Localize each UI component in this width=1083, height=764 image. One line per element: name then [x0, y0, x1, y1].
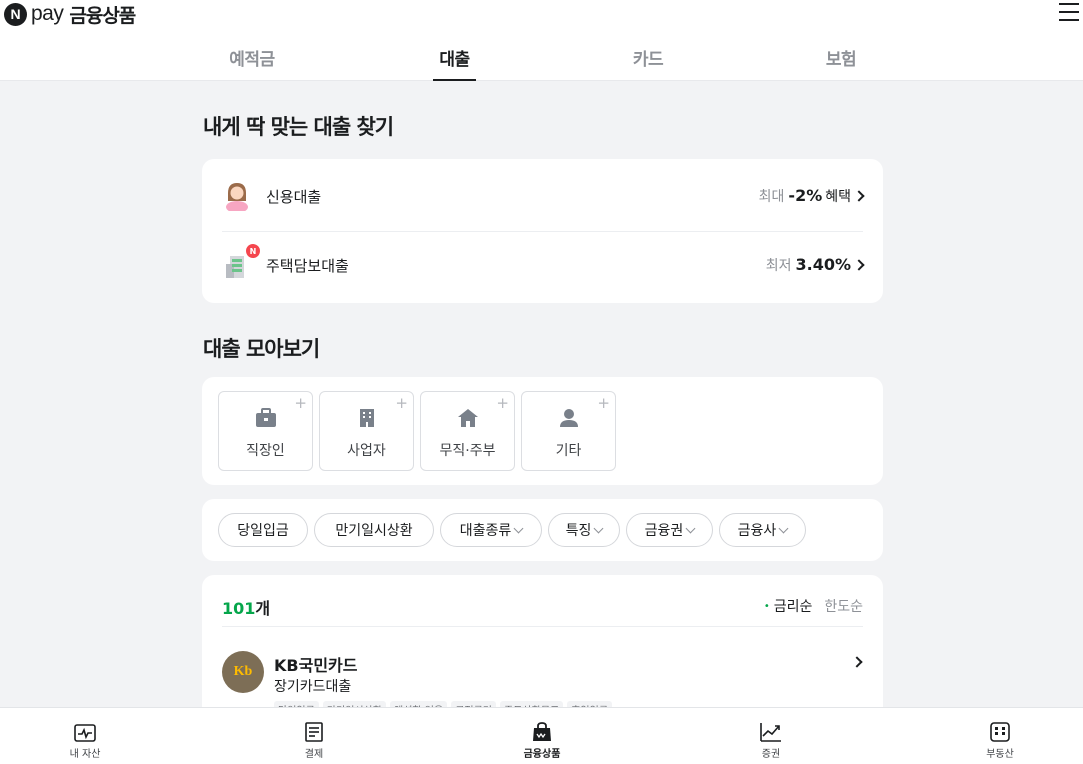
find-loan-title: 내게 딱 맞는 대출 찾기 [203, 115, 394, 139]
category-unemployed-homemaker[interactable]: + 무직·주부 [420, 391, 515, 471]
category-label: 사업자 [347, 443, 386, 459]
tab-savings[interactable]: 예적금 [222, 45, 282, 81]
category-label: 직장인 [246, 443, 285, 459]
benefit-prefix: 최대 [758, 189, 785, 205]
chevron-down-icon [685, 523, 696, 533]
filter-features[interactable]: 특징 [548, 513, 620, 547]
plus-icon: + [395, 394, 408, 412]
result-count-number: 101 [222, 599, 256, 618]
chevron-right-icon [851, 656, 863, 668]
product-name: 장기카드대출 [274, 679, 352, 695]
mortgage-loan-row[interactable]: N 주택담보대출 최저 3.40% [222, 230, 865, 300]
tab-card[interactable]: 카드 [627, 45, 669, 81]
filter-bullet-repayment[interactable]: 만기일시상환 [314, 513, 434, 547]
sort-by-limit[interactable]: 한도순 [824, 596, 863, 616]
product-tabs: 예적금 대출 카드 보험 [0, 45, 1083, 81]
plus-icon: + [496, 394, 509, 412]
briefcase-icon [256, 408, 276, 427]
filter-label: 금융사 [737, 523, 777, 539]
building-icon [990, 722, 1010, 742]
mortgage-loan-label: 주택담보대출 [266, 256, 349, 275]
chevron-down-icon [778, 523, 789, 533]
chevron-right-icon [853, 259, 865, 271]
credit-loan-label: 신용대출 [266, 187, 322, 206]
nav-real-estate[interactable]: 부동산 [950, 708, 1050, 764]
benefit-value: -2% [788, 186, 823, 205]
tab-loan[interactable]: 대출 [433, 45, 476, 81]
office-building-icon [360, 409, 374, 427]
top-header: N pay 금융상품 예적금 대출 카드 보험 [0, 0, 1083, 81]
plus-icon: + [597, 394, 610, 412]
filter-loan-type[interactable]: 대출종류 [440, 513, 542, 547]
nav-label: 증권 [761, 749, 781, 760]
category-business[interactable]: + 사업자 [319, 391, 414, 471]
category-other[interactable]: + 기타 [521, 391, 616, 471]
credit-loan-row[interactable]: 신용대출 최대 -2% 혜택 [222, 161, 865, 231]
category-label: 무직·주부 [439, 443, 496, 459]
filter-card: 당일입금 만기일시상환 대출종류 특징 금융권 금융사 [202, 499, 883, 561]
nav-securities[interactable]: 증권 [721, 708, 821, 764]
person-emoji-icon [222, 181, 252, 211]
category-label: 기타 [555, 443, 582, 459]
rate-value: 3.40% [795, 255, 851, 274]
filter-financial-company[interactable]: 금융사 [719, 513, 806, 547]
chevron-down-icon [513, 523, 524, 533]
credit-loan-benefit: 최대 -2% 혜택 [759, 186, 851, 206]
filter-same-day-deposit[interactable]: 당일입금 [218, 513, 308, 547]
new-badge: N [246, 244, 260, 258]
bank-name: KB국민카드 [274, 656, 358, 675]
browse-loan-title: 대출 모아보기 [203, 337, 320, 361]
nav-label: 결제 [304, 749, 324, 760]
naver-n-icon: N [4, 2, 27, 26]
page-title: 금융상품 [69, 4, 136, 27]
hamburger-menu-icon[interactable] [1059, 3, 1081, 23]
find-loan-card: 신용대출 최대 -2% 혜택 N 주택담보대출 최저 3.40% [202, 159, 883, 303]
shopping-bag-icon [533, 722, 551, 741]
nav-label: 내 자산 [69, 749, 101, 760]
kb-card-logo: Kb [222, 651, 264, 693]
filter-label: 금융권 [644, 523, 684, 539]
nav-label: 금융상품 [523, 749, 561, 760]
person-icon [560, 409, 578, 427]
benefit-suffix: 혜택 [825, 189, 851, 205]
chevron-right-icon [853, 190, 865, 202]
receipt-icon [305, 722, 323, 742]
stock-chart-icon [760, 723, 781, 742]
filter-financial-sector[interactable]: 금융권 [626, 513, 713, 547]
logo-pay-text: pay [31, 2, 64, 25]
result-count: 101개 [222, 595, 270, 619]
naver-pay-logo[interactable]: N pay 금융상품 [4, 2, 136, 27]
filter-label: 특징 [565, 523, 592, 539]
divider [222, 626, 863, 627]
nav-payment[interactable]: 결제 [264, 708, 364, 764]
result-count-unit: 개 [255, 599, 271, 618]
filter-label: 당일입금 [237, 523, 289, 539]
sort-options: 금리순 한도순 [752, 596, 863, 616]
mortgage-loan-rate: 최저 3.40% [766, 255, 851, 275]
home-icon [458, 409, 478, 427]
nav-my-assets[interactable]: 내 자산 [35, 708, 135, 764]
rate-prefix: 최저 [765, 258, 792, 274]
filter-label: 대출종류 [459, 523, 512, 539]
building-emoji-icon: N [222, 244, 260, 280]
wallet-chart-icon [74, 724, 96, 742]
filter-label: 만기일시상환 [335, 523, 413, 539]
nav-financial-products[interactable]: 금융상품 [492, 708, 592, 764]
tab-insurance[interactable]: 보험 [820, 45, 862, 81]
plus-icon: + [294, 394, 307, 412]
bottom-navigation: 내 자산 결제 금융상품 증권 부동산 [0, 707, 1083, 764]
nav-label: 부동산 [986, 749, 1014, 760]
sort-by-rate[interactable]: 금리순 [764, 596, 813, 616]
chevron-down-icon [593, 523, 604, 533]
category-card: + 직장인 + 사업자 + 무직·주부 + 기타 [202, 377, 883, 485]
category-employee[interactable]: + 직장인 [218, 391, 313, 471]
